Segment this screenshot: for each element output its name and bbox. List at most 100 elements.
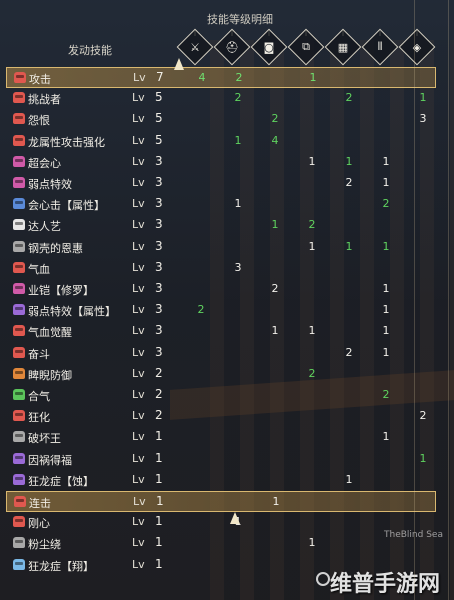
equipment-skill-points: 2 [235,71,243,84]
skill-row[interactable]: 钢壳的恩惠 Lv 3 1 1 1 [6,237,436,258]
skill-row[interactable]: 刚心 Lv 1 1 [6,512,436,533]
skill-name: 攻击 [29,73,51,86]
skill-row[interactable]: 弱点特效 Lv 3 2 1 [6,173,436,194]
skill-gem-icon [13,558,25,570]
skill-row[interactable]: 龙属性攻击强化 Lv 5 1 4 [6,131,436,152]
watermark-logo-icon [316,572,330,586]
level-label: Lv [132,472,145,486]
equipment-skill-points: 1 [234,133,242,147]
skill-row[interactable]: 攻击 Lv 7 4 2 1 [6,67,436,88]
head-armor-icon[interactable]: ⛑ [213,28,251,66]
skill-name: 刚心 [28,517,50,531]
level-label: Lv [132,176,145,189]
skill-name: 业铠【修罗】 [28,284,94,297]
level-label: Lv [132,239,145,253]
skill-level-value: 3 [155,323,163,338]
skill-row[interactable]: 弱点特效【属性】 Lv 3 2 1 [6,300,436,321]
skill-row[interactable]: 因祸得福 Lv 1 1 [6,449,436,470]
skill-row[interactable]: 睥睨防御 Lv 2 2 [6,364,436,385]
leg-armor-icon[interactable]: ⫴ [361,28,399,66]
skill-level-value: 3 [155,259,163,274]
skill-row[interactable]: 超会心 Lv 3 1 1 1 [6,152,436,173]
skill-gem-icon [13,304,25,316]
equipment-skill-points: 1 [382,324,390,338]
skill-gem-icon [13,346,25,358]
skill-row[interactable]: 粉尘绕 Lv 1 1 [6,533,436,554]
skill-name: 弱点特效【属性】 [28,305,116,319]
equipment-skill-points: 1 [308,324,316,338]
arm-armor-icon[interactable]: ⧉ [287,28,325,66]
watermark-text: 维普手游网 [330,572,441,597]
skill-gem-icon [13,219,25,231]
level-label: Lv [133,495,146,508]
equipment-skill-points: 2 [345,91,353,105]
level-label: Lv [132,282,145,295]
skill-row[interactable]: 挑战者 Lv 5 2 2 1 [6,88,436,109]
equipment-skill-points: 1 [272,495,280,508]
level-label: Lv [132,91,145,105]
skill-gem-icon [13,367,25,379]
skill-row[interactable]: 业铠【修罗】 Lv 3 2 1 [6,279,436,300]
skill-row[interactable]: 破坏王 Lv 1 1 [6,427,436,448]
charm-icon-glyph: ◈ [412,40,422,54]
activated-skills-label: 发动技能 [68,44,112,57]
level-label: Lv [132,557,145,571]
skill-gem-icon [13,516,25,528]
equipment-skill-points: 1 [308,154,316,168]
skill-name: 合气 [28,390,50,403]
skill-level-value: 1 [155,556,163,571]
skill-level-value: 3 [155,153,163,168]
equipment-skill-points: 2 [345,345,353,359]
skill-level-value: 2 [155,365,163,380]
skill-row[interactable]: 奋斗 Lv 3 2 1 [6,343,436,364]
skill-row[interactable]: 合气 Lv 2 2 [6,385,436,406]
equipment-skill-points: 1 [382,154,390,168]
leg-armor-icon-glyph: ⫴ [377,40,383,53]
equipment-skill-points: 2 [197,303,205,317]
skill-level-value: 7 [156,70,164,84]
skill-level-detail-panel: 技能等级明细 发动技能 ⚔ ⛑ ◙ ⧉ ▦ ⫴ ◈ 攻击 Lv 7 4 2 1 挑战者 Lv 5 2 2 1 怨恨 L… [0,0,454,600]
equipment-skill-points: 1 [308,536,316,550]
skill-gem-icon [13,431,25,443]
skill-row[interactable]: 怨恨 Lv 5 2 3 [6,109,436,130]
skill-row[interactable]: 气血 Lv 3 3 [6,258,436,279]
skill-name: 会心击【属性】 [28,199,105,213]
skill-name: 超会心 [28,156,61,170]
equipment-skill-points: 1 [308,239,316,253]
equipment-skill-points: 1 [234,197,242,211]
waist-armor-icon-glyph: ▦ [337,40,349,54]
level-label: Lv [132,388,145,401]
skill-gem-icon [13,92,25,104]
skill-row[interactable]: 气血觉醒 Lv 3 1 1 1 [6,321,436,342]
equipment-skill-points: 1 [271,218,279,232]
skill-level-value: 2 [155,408,163,423]
skill-row[interactable]: 狂龙症【蚀】 Lv 1 1 [6,470,436,491]
skill-row[interactable]: 狂化 Lv 2 2 [6,406,436,427]
equipment-skill-points: 1 [309,71,317,84]
skill-level-value: 3 [155,175,163,189]
skill-name: 挑战者 [28,93,61,107]
equipment-skill-points: 1 [419,91,427,105]
skill-gem-icon [13,452,25,464]
skill-level-value: 2 [155,387,163,401]
skill-name: 粉尘绕 [28,538,61,552]
skill-level-value: 5 [155,132,163,147]
charm-icon[interactable]: ◈ [398,28,436,66]
level-label: Lv [132,133,145,147]
skill-name: 奋斗 [28,347,50,361]
skill-gem-icon [14,72,26,83]
weapon-icon-glyph: ⚔ [190,40,200,54]
skill-row[interactable]: 会心击【属性】 Lv 3 1 2 [6,194,436,215]
equipment-skill-points: 4 [271,133,279,147]
skill-row[interactable]: 达人艺 Lv 3 1 2 [6,215,436,236]
chest-armor-icon[interactable]: ◙ [250,28,288,66]
equipment-skill-points: 1 [382,430,390,444]
equipment-skill-points: 1 [419,451,427,465]
level-label: Lv [132,303,145,317]
selection-cursor-icon [230,512,240,524]
waist-armor-icon[interactable]: ▦ [324,28,362,66]
skill-level-value: 3 [155,302,163,317]
equipment-skill-points: 1 [382,282,390,295]
level-label: Lv [132,197,145,211]
skill-row[interactable]: 连击 Lv 1 1 [6,491,436,512]
